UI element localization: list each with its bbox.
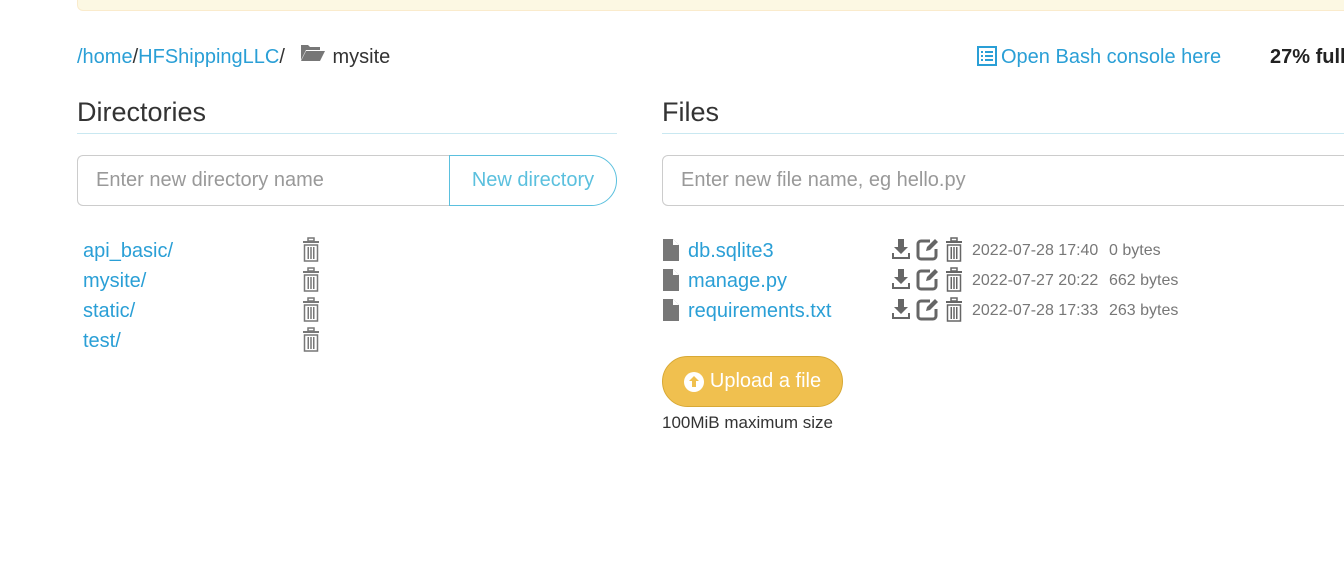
breadcrumb-current: mysite — [332, 46, 391, 68]
download-icon[interactable] — [890, 267, 912, 298]
file-modified-date: 2022-07-28 17:40 — [972, 242, 1099, 259]
breadcrumb-user[interactable]: HFShippingLLC — [138, 46, 279, 68]
circle-arrow-up-icon — [683, 371, 704, 392]
file-list: db.sqlite3 2022-07-28 17:40 0 bytes mana… — [662, 236, 1262, 326]
directory-item: mysite/ — [83, 266, 343, 296]
disk-quota: 27% full — [1270, 46, 1344, 68]
list-alt-icon — [977, 45, 997, 66]
upload-file-button[interactable]: Upload a file — [662, 356, 843, 407]
download-icon[interactable] — [890, 237, 912, 268]
open-bash-console-link[interactable]: Open Bash console here — [977, 44, 1221, 70]
folder-open-icon — [300, 42, 326, 69]
file-item: requirements.txt 2022-07-28 17:33 263 by… — [662, 296, 1262, 326]
breadcrumb: /home/HFShippingLLC/ mysite — [77, 44, 390, 71]
file-icon — [662, 298, 680, 327]
file-size: 662 bytes — [1109, 272, 1179, 289]
trash-icon[interactable] — [301, 297, 321, 328]
directory-link[interactable]: mysite/ — [83, 268, 146, 294]
breadcrumb-home[interactable]: /home — [77, 46, 133, 68]
directory-item: api_basic/ — [83, 236, 343, 266]
alert-banner — [77, 0, 1344, 11]
file-link[interactable]: requirements.txt — [688, 298, 831, 324]
upload-size-note: 100MiB maximum size — [662, 413, 833, 432]
trash-icon[interactable] — [301, 327, 321, 358]
trash-icon[interactable] — [944, 297, 964, 328]
download-icon[interactable] — [890, 297, 912, 328]
directory-list: api_basic/ mysite/ static/ test/ — [83, 236, 343, 356]
edit-icon[interactable] — [916, 267, 940, 298]
directory-link[interactable]: static/ — [83, 298, 135, 324]
new-file-input[interactable] — [662, 155, 1344, 206]
trash-icon[interactable] — [301, 267, 321, 298]
new-directory-form: New directory — [77, 155, 617, 206]
file-item: db.sqlite3 2022-07-28 17:40 0 bytes — [662, 236, 1262, 266]
upload-file-label: Upload a file — [709, 370, 822, 392]
edit-icon[interactable] — [916, 237, 940, 268]
files-divider — [662, 133, 1344, 134]
file-link[interactable]: manage.py — [688, 268, 787, 294]
file-size: 0 bytes — [1109, 242, 1161, 259]
new-directory-button[interactable]: New directory — [449, 155, 617, 206]
file-icon — [662, 238, 680, 267]
directories-divider — [77, 133, 617, 134]
breadcrumb-separator: / — [279, 46, 285, 68]
file-link[interactable]: db.sqlite3 — [688, 238, 774, 264]
directory-link[interactable]: test/ — [83, 328, 121, 354]
trash-icon[interactable] — [301, 237, 321, 268]
new-directory-input[interactable] — [77, 155, 450, 206]
edit-icon[interactable] — [916, 297, 940, 328]
file-modified-date: 2022-07-28 17:33 — [972, 302, 1099, 319]
trash-icon[interactable] — [944, 237, 964, 268]
file-item: manage.py 2022-07-27 20:22 662 bytes — [662, 266, 1262, 296]
directories-title: Directories — [77, 97, 207, 127]
file-icon — [662, 268, 680, 297]
directory-item: static/ — [83, 296, 343, 326]
directory-item: test/ — [83, 326, 343, 356]
file-modified-date: 2022-07-27 20:22 — [972, 272, 1099, 289]
open-bash-console-label: Open Bash console here — [1001, 46, 1222, 68]
file-size: 263 bytes — [1109, 302, 1179, 319]
directory-link[interactable]: api_basic/ — [83, 238, 173, 264]
files-title: Files — [662, 97, 720, 127]
trash-icon[interactable] — [944, 267, 964, 298]
